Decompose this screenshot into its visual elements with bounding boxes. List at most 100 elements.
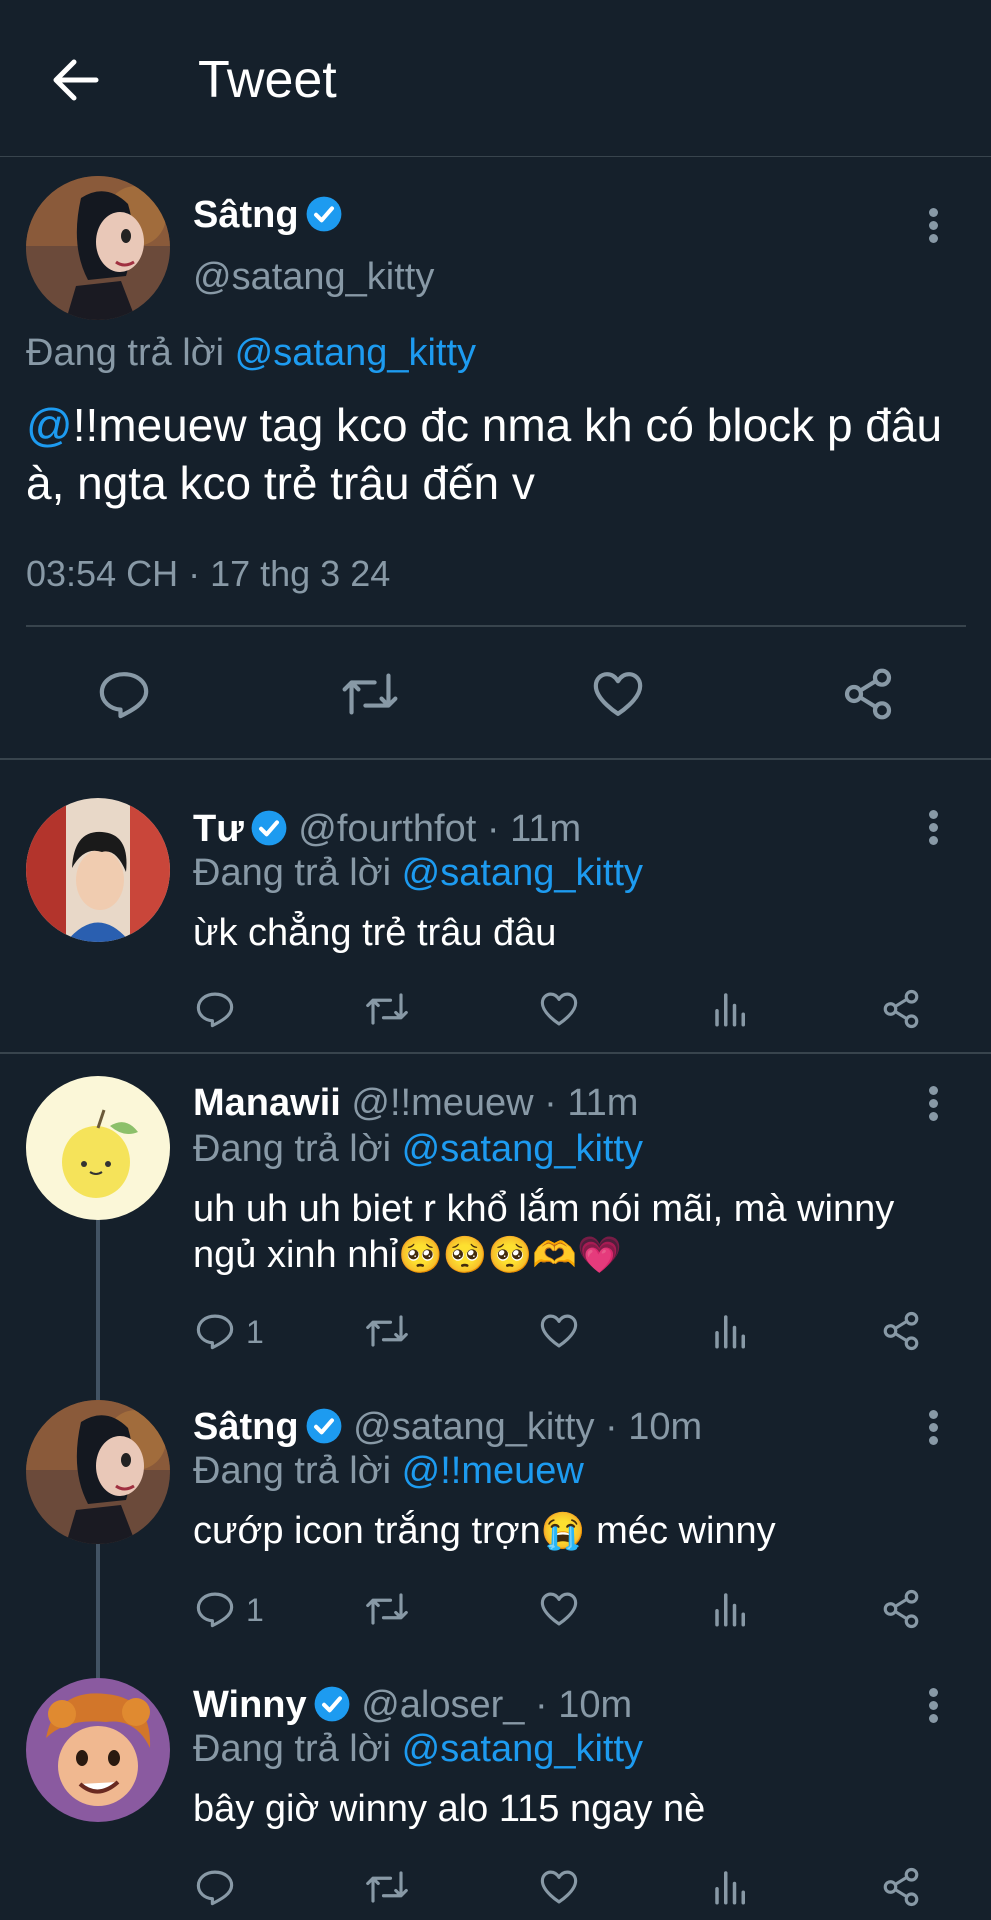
reply-icon [99, 672, 149, 719]
reply-time: · 11m [486, 808, 582, 850]
reply-icon [196, 1870, 234, 1906]
back-arrow-icon [53, 59, 99, 101]
views-icon [715, 1871, 745, 1905]
like-icon [540, 992, 578, 1026]
views-icon [715, 1593, 745, 1627]
author-name[interactable]: Manawii [193, 1082, 341, 1124]
share-icon [883, 1589, 919, 1629]
reply-icon [196, 1592, 234, 1628]
share-button[interactable] [880, 1310, 922, 1352]
retweet-icon [342, 673, 398, 715]
reply-text: uh uh uh biet r khổ lắm nói mãi, mà winn… [193, 1186, 953, 1278]
avatar[interactable] [26, 1076, 170, 1220]
share-icon [883, 1867, 919, 1907]
replying-to-prefix: Đang trả lời [193, 852, 392, 894]
avatar[interactable] [26, 176, 170, 320]
like-icon [593, 672, 643, 716]
reply-time: · 10m [605, 1406, 703, 1448]
share-button[interactable] [880, 1866, 922, 1908]
reply-text-line: uh uh uh biet r khổ lắm nói mãi, mà winn… [193, 1188, 895, 1230]
replying-to: Đang trả lời @satang_kitty [193, 850, 643, 896]
author-name[interactable]: Sâtng [193, 1406, 299, 1448]
author-handle[interactable]: @fourthfot [298, 808, 476, 850]
views-button[interactable] [710, 1866, 752, 1908]
back-button[interactable] [48, 52, 104, 108]
like-button[interactable] [538, 988, 580, 1030]
replying-to-handle[interactable]: @satang_kitty [235, 332, 476, 374]
retweet-icon [366, 1871, 408, 1903]
more-options-icon[interactable] [923, 806, 943, 846]
crying-face-emoji: 😭 [540, 1510, 586, 1551]
author-handle[interactable]: @aloser_ [361, 1684, 524, 1726]
reply-header: Winny @aloser_ · 10m [193, 1682, 632, 1728]
retweet-button[interactable] [364, 1588, 410, 1630]
avatar[interactable] [26, 798, 170, 942]
author-handle[interactable]: @satang_kitty [193, 254, 434, 300]
reply-text-segment: ngủ xinh nhỉ [193, 1234, 398, 1276]
reply-text: ừk chẳng trẻ trâu đâu [193, 912, 557, 954]
more-options-icon[interactable] [923, 204, 943, 244]
retweet-button[interactable] [340, 666, 400, 722]
reply-button[interactable] [194, 988, 236, 1030]
share-button[interactable] [880, 1588, 922, 1630]
replying-to: Đang trả lời @satang_kitty [193, 1126, 643, 1172]
retweet-button[interactable] [364, 1866, 410, 1908]
like-button[interactable] [590, 666, 646, 722]
like-button[interactable] [538, 1310, 580, 1352]
retweet-icon [366, 1315, 408, 1347]
views-button[interactable] [710, 1588, 752, 1630]
retweet-button[interactable] [364, 1310, 410, 1352]
share-icon [883, 989, 919, 1029]
divider [26, 625, 966, 627]
replying-to-handle[interactable]: @!!meuew [402, 1450, 584, 1492]
views-button[interactable] [710, 988, 752, 1030]
pleading-face-emoji: 🥺🥺🥺🫶💗 [397, 1234, 623, 1275]
share-icon [844, 668, 892, 720]
replying-to: Đang trả lời @!!meuew [193, 1448, 584, 1494]
page-title: Tweet [198, 51, 337, 109]
author-handle[interactable]: @!!meuew [351, 1082, 533, 1124]
verified-badge-icon [314, 1686, 350, 1722]
retweet-button[interactable] [364, 988, 410, 1030]
replying-to-prefix: Đang trả lời [26, 332, 225, 374]
reply-header: Manawii @!!meuew · 11m [193, 1080, 638, 1126]
replying-to-handle[interactable]: @satang_kitty [402, 852, 643, 894]
replying-to-handle[interactable]: @satang_kitty [402, 1728, 643, 1770]
replying-to: Đang trả lời @satang_kitty [26, 330, 476, 376]
replying-to-prefix: Đang trả lời [193, 1450, 392, 1492]
like-button[interactable] [538, 1588, 580, 1630]
mention-link[interactable]: @ [26, 399, 73, 451]
reply-button[interactable] [96, 666, 152, 722]
tweet-text: @!!meuew tag kco đc nma kh có block p đâ… [26, 396, 966, 512]
author-name[interactable]: Sâtng [193, 194, 299, 236]
tweet-body: !!meuew tag kco đc nma kh có block p đâu… [26, 399, 943, 509]
reply-text: bây giờ winny alo 115 ngay nè [193, 1788, 706, 1830]
author-name[interactable]: Winny [193, 1684, 307, 1726]
reply-button[interactable] [194, 1866, 236, 1908]
more-options-icon[interactable] [923, 1684, 943, 1724]
tweet-timestamp: 03:54 CH · 17 thg 3 24 [26, 553, 391, 594]
like-icon [540, 1592, 578, 1626]
replying-to-handle[interactable]: @satang_kitty [402, 1128, 643, 1170]
views-button[interactable] [710, 1310, 752, 1352]
reply-header: Tư @fourthfot · 11m [193, 806, 581, 852]
reply-text: cướp icon trắng trợn😭 méc winny [193, 1508, 776, 1554]
share-button[interactable] [880, 988, 922, 1030]
top-bar: Tweet [0, 0, 991, 157]
author-name[interactable]: Tư [193, 808, 244, 850]
author-handle[interactable]: @satang_kitty [353, 1406, 594, 1448]
like-button[interactable] [538, 1866, 580, 1908]
avatar[interactable] [26, 1678, 170, 1822]
replying-to-prefix: Đang trả lời [193, 1128, 392, 1170]
reply-button[interactable] [194, 1588, 236, 1630]
more-options-icon[interactable] [923, 1082, 943, 1122]
reply-text-line: ngủ xinh nhỉ🥺🥺🥺🫶💗 [193, 1232, 953, 1278]
reply-button[interactable] [194, 1310, 236, 1352]
avatar[interactable] [26, 1400, 170, 1544]
reply-count: 1 [246, 1592, 264, 1628]
more-options-icon[interactable] [923, 1406, 943, 1446]
replying-to-prefix: Đang trả lời [193, 1728, 392, 1770]
reply-time: · 10m [535, 1684, 633, 1726]
share-button[interactable] [840, 666, 896, 722]
reply-text-segment: cướp icon trắng trợn [193, 1510, 541, 1552]
